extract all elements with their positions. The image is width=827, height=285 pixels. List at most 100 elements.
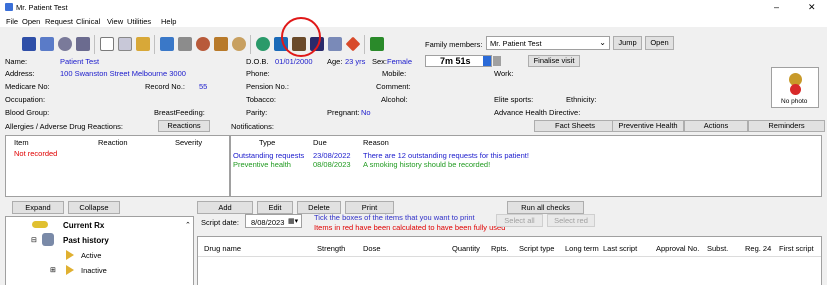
tab-reminders[interactable]: Reminders [748,120,825,132]
person-icon[interactable] [232,37,246,51]
toolbar-separator [250,35,251,54]
col-reaction: Reaction [98,138,128,147]
globe-icon[interactable] [256,37,270,51]
col-repeats: Rpts. [491,244,509,253]
pill-icon [32,221,48,228]
app-icon [5,3,13,11]
menu-help[interactable]: Help [161,17,176,26]
notification-type: Outstanding requests [233,151,305,160]
phone-label: Phone: [246,69,270,78]
col-long-term: Long term [565,244,599,253]
notifications-list[interactable]: Type Due Reason Outstanding requests 23/… [230,135,822,197]
col-strength: Strength [317,244,346,253]
tab-fact-sheets[interactable]: Fact Sheets [534,120,616,132]
window-title: Mr. Patient Test [16,3,68,12]
allergies-title: Allergies / Adverse Drug Reactions: [5,122,123,131]
family-members-value: Mr. Patient Test [490,39,542,48]
close-icon[interactable]: ✕ [808,2,816,13]
family-members-label: Family members: [425,40,483,49]
scroll-up-icon[interactable]: ⌃ [185,221,191,229]
chevron-down-icon: ⌄ [599,38,606,47]
menu-view[interactable]: View [107,17,123,26]
add-button[interactable]: Add [197,201,253,214]
col-dose: Dose [363,244,381,253]
open-button[interactable]: Open [645,36,674,50]
name-label: Name: [5,57,28,66]
age-value: 23 yrs [345,57,366,66]
tree-current-rx[interactable]: Current Rx [63,221,104,230]
script-date-field[interactable]: 8/08/2023 ▦▾ [245,214,302,228]
play-icon[interactable] [493,56,501,66]
menu-file[interactable]: File [6,17,18,26]
pregnant-label: Pregnant: [327,108,360,117]
menu-request[interactable]: Request [45,17,73,26]
minimize-icon[interactable]: – [774,2,779,12]
family-members-select[interactable]: Mr. Patient Test ⌄ [486,36,610,50]
address-value: 100 Swanston Street Melbourne 3000 [60,69,186,78]
reactions-button[interactable]: Reactions [158,120,210,132]
tree-past-history[interactable]: Past history [63,236,109,245]
menu-utilities[interactable]: Utilities [127,17,151,26]
run-all-checks-button[interactable]: Run all checks [507,201,584,214]
visit-timer: 7m 51s [425,55,492,67]
record-label: Record No.: [145,82,186,91]
occupation-label: Occupation: [5,95,46,104]
mobile-label: Mobile: [382,69,407,78]
document-icon[interactable] [100,37,114,51]
tree-expander[interactable]: ⊟ [31,236,37,244]
tree-expander[interactable]: ⊞ [50,266,56,274]
scales-icon[interactable] [214,37,228,51]
edit-button[interactable]: Edit [257,201,293,214]
allergies-list[interactable]: Item Reaction Severity Not recorded [5,135,230,197]
col-due: Due [313,138,327,147]
finalise-visit-button[interactable]: Finalise visit [528,55,580,67]
col-approval-no: Approval No. [656,244,700,253]
tab-actions[interactable]: Actions [684,120,748,132]
expand-button[interactable]: Expand [12,201,64,214]
age-label: Age: [327,57,343,66]
sex-value: Female [387,57,413,66]
blood-group-label: Blood Group: [5,108,50,117]
title-bar [0,0,827,14]
collapse-button[interactable]: Collapse [68,201,120,214]
col-drug-name: Drug name [204,244,242,253]
patient-list-icon[interactable] [22,37,36,51]
script-date-label: Script date: [201,218,239,227]
clinical-tree[interactable]: Current Rx ⊟ Past history Active ⊞ Inact… [5,216,194,285]
tree-inactive[interactable]: Inactive [81,266,107,275]
exit-icon[interactable] [370,37,384,51]
stethoscope-icon[interactable] [58,37,72,51]
menu-open[interactable]: Open [22,17,40,26]
tab-preventive-health[interactable]: Preventive Health [612,120,684,132]
jump-button[interactable]: Jump [613,36,642,50]
select-all-button[interactable]: Select all [496,214,543,227]
pause-icon[interactable] [483,56,491,66]
prescription-table[interactable]: Drug name Strength Dose Quantity Rpts. S… [197,236,822,285]
script-date-value: 8/08/2023 [251,218,285,227]
select-red-button[interactable]: Select red [547,214,595,227]
allergy-status: Not recorded [14,149,58,158]
records-icon[interactable] [76,37,90,51]
calendar-icon[interactable]: ▦▾ [288,217,298,225]
medicare-label: Medicare No: [5,82,50,91]
medicine-bottle-icon[interactable] [160,37,174,51]
image-icon[interactable] [178,37,192,51]
notification-type: Preventive health [233,160,291,169]
work-label: Work: [494,69,514,78]
link-icon[interactable] [196,37,210,51]
print-hint: Tick the boxes of the items that you wan… [314,213,475,222]
col-severity: Severity [175,138,203,147]
highlight-circle [281,17,321,57]
notes-icon[interactable] [118,37,132,51]
tests-icon[interactable] [136,37,150,51]
tree-active[interactable]: Active [81,251,101,260]
patient-photo[interactable]: No photo [771,67,819,108]
letter-icon[interactable] [328,37,342,51]
toolbar-separator [94,35,95,54]
col-script-type: Script type [519,244,555,253]
clipboard-icon[interactable] [40,37,54,51]
toolbar-separator [364,35,365,54]
timer-value: 7m 51s [440,56,471,66]
col-last-script: Last script [603,244,638,253]
menu-clinical[interactable]: Clinical [76,17,100,26]
